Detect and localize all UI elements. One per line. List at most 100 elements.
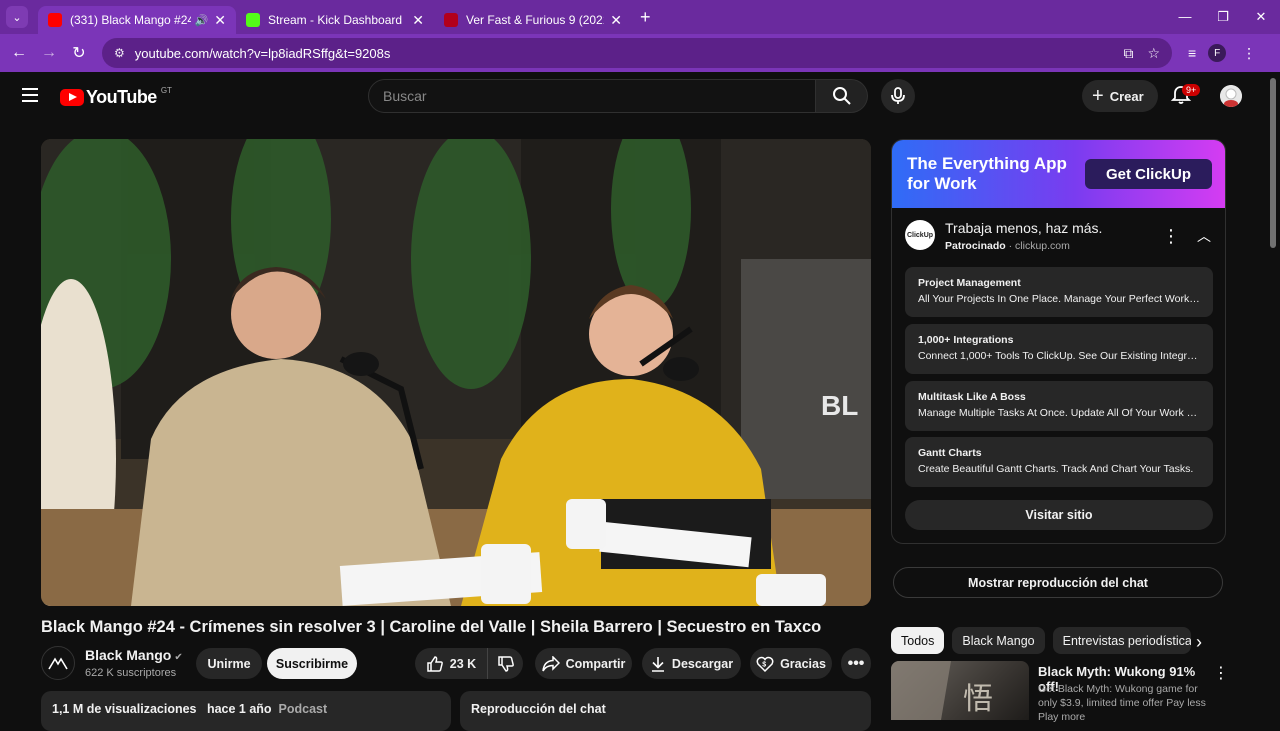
clickup-logo[interactable]: ClickUp — [905, 220, 935, 250]
download-button[interactable]: Descargar — [642, 648, 741, 679]
account-avatar[interactable] — [1220, 85, 1242, 107]
ad-headline[interactable]: Trabaja menos, haz más. — [945, 220, 1102, 236]
close-tab-icon[interactable]: ✕ — [610, 12, 622, 29]
upload-age: hace 1 año — [206, 702, 272, 716]
ad-sitelink[interactable]: Project Management All Your Projects In … — [905, 267, 1213, 317]
tab-title: Ver Fast & Furious 9 (2021) Gra — [466, 13, 604, 27]
filter-chips: Todos Black Mango Entrevistas periodísti… — [891, 627, 1199, 654]
chip-label: Todos — [901, 633, 935, 648]
verified-icon: ✔ — [174, 652, 183, 663]
tab-movie[interactable]: Ver Fast & Furious 9 (2021) Gra ✕ — [434, 6, 632, 34]
browser-tab-bar: ⌄ (331) Black Mango #24 - Crí 🔊 ✕ Stream… — [0, 0, 1280, 34]
media-control-icon[interactable]: ≡ — [1188, 45, 1196, 61]
reload-icon[interactable]: ↻ — [64, 43, 94, 63]
rec-menu-icon[interactable]: ⋮ — [1213, 663, 1229, 683]
share-button[interactable]: Compartir — [535, 648, 632, 679]
ad-menu-icon[interactable]: ⋮ — [1162, 226, 1180, 247]
ad-header: ClickUp Trabaja menos, haz más. Patrocin… — [905, 220, 1103, 252]
restore-icon[interactable]: ❐ — [1204, 0, 1242, 34]
share-icon — [541, 655, 560, 671]
thanks-button[interactable]: $ Gracias — [750, 648, 832, 679]
chip-all[interactable]: Todos — [891, 627, 945, 654]
tab-search-button[interactable]: ⌄ — [6, 6, 28, 28]
download-label: Descargar — [671, 656, 734, 671]
sitelink-title: Gantt Charts — [918, 447, 982, 459]
url-text[interactable]: youtube.com/watch?v=lp8iadRSffg&t=9208s — [135, 46, 1110, 61]
channel-avatar[interactable] — [41, 646, 75, 680]
back-icon[interactable]: ← — [4, 44, 34, 62]
profile-avatar[interactable]: F — [1208, 44, 1227, 62]
recommended-item[interactable]: 悟 Black Myth: Wukong 91% off! Get Black … — [891, 661, 1231, 723]
bookmark-star-icon[interactable]: ☆ — [1147, 45, 1160, 62]
close-tab-icon[interactable]: ✕ — [412, 12, 424, 29]
chat-replay-title: Reproducción del chat — [471, 702, 606, 716]
chat-replay-box[interactable]: Reproducción del chat — [460, 691, 871, 731]
new-tab-button[interactable]: + — [640, 7, 651, 28]
kick-favicon-icon — [246, 13, 260, 27]
omnibox[interactable]: ⚙ youtube.com/watch?v=lp8iadRSffg&t=9208… — [102, 38, 1172, 68]
channel-info: Black Mango ✔ 622 K suscriptores — [41, 646, 183, 680]
search-button[interactable] — [816, 79, 868, 113]
description-box[interactable]: 1,1 M de visualizaciones hace 1 año Podc… — [41, 691, 451, 731]
subscriber-count: 622 K suscriptores — [85, 667, 177, 679]
voice-search-button[interactable] — [881, 79, 915, 113]
download-icon — [651, 656, 664, 672]
ad-sitelink[interactable]: Multitask Like A Boss Manage Multiple Ta… — [905, 381, 1213, 431]
minimize-icon[interactable]: — — [1166, 0, 1204, 34]
join-button[interactable]: Unirme — [196, 648, 262, 679]
site-info-icon[interactable]: ⚙ — [114, 46, 125, 60]
forward-icon[interactable]: → — [34, 44, 64, 62]
show-chat-replay-button[interactable]: Mostrar reproducción del chat — [893, 567, 1223, 598]
like-button[interactable]: 23 K — [415, 648, 487, 679]
ad-banner-line1: The Everything App — [907, 154, 1067, 173]
chip-black-mango[interactable]: Black Mango — [952, 627, 1045, 654]
page-scrollbar[interactable] — [1270, 78, 1276, 248]
window-controls: — ❐ ✕ — [1166, 0, 1280, 34]
microphone-icon — [891, 87, 905, 104]
visit-site-button[interactable]: Visitar sitio — [905, 500, 1213, 530]
chip-interviews[interactable]: Entrevistas periodísticas — [1052, 627, 1191, 654]
sitelink-title: 1,000+ Integrations — [918, 334, 1014, 346]
rec-thumbnail[interactable]: 悟 — [891, 661, 1029, 720]
search-placeholder: Buscar — [383, 88, 427, 104]
ad-sitelink[interactable]: 1,000+ Integrations Connect 1,000+ Tools… — [905, 324, 1213, 374]
sitelink-desc: Connect 1,000+ Tools To ClickUp. See Our… — [918, 350, 1200, 362]
ad-banner[interactable]: The Everything App for Work Get ClickUp — [892, 140, 1225, 208]
wall-sign-text: BL — [821, 390, 858, 421]
tab-kick[interactable]: Stream - Kick Dashboard ✕ — [236, 6, 434, 34]
dislike-button[interactable] — [487, 648, 523, 679]
sitelink-title: Multitask Like A Boss — [918, 391, 1026, 403]
more-actions-button[interactable]: ••• — [841, 648, 871, 679]
tab-youtube[interactable]: (331) Black Mango #24 - Crí 🔊 ✕ — [38, 6, 236, 34]
share-label: Compartir — [565, 656, 626, 671]
browser-menu-icon[interactable]: ⋮ — [1242, 45, 1256, 62]
chevron-right-icon[interactable]: › — [1196, 632, 1202, 653]
video-title: Black Mango #24 - Crímenes sin resolver … — [41, 618, 822, 636]
ad-domain: clickup.com — [1015, 240, 1070, 252]
ad-banner-cta[interactable]: Get ClickUp — [1085, 159, 1212, 189]
sitelink-desc: All Your Projects In One Place. Manage Y… — [918, 293, 1200, 305]
menu-icon[interactable] — [22, 88, 38, 102]
close-tab-icon[interactable]: ✕ — [214, 12, 226, 29]
tab-title: (331) Black Mango #24 - Crí — [70, 13, 191, 27]
channel-name[interactable]: Black Mango — [85, 647, 171, 663]
install-app-icon[interactable]: ⧉ — [1123, 45, 1133, 62]
close-window-icon[interactable]: ✕ — [1242, 0, 1280, 34]
ad-sitelink[interactable]: Gantt Charts Create Beautiful Gantt Char… — [905, 437, 1213, 487]
collapse-chevron-icon[interactable]: ︿ — [1197, 226, 1211, 246]
subscribe-button[interactable]: Suscribirme — [267, 648, 357, 679]
clickup-ad: The Everything App for Work Get ClickUp … — [891, 139, 1226, 544]
video-player[interactable]: BL — [41, 139, 871, 606]
youtube-logo[interactable]: YouTube GT — [60, 86, 172, 108]
tab-title: Stream - Kick Dashboard — [268, 13, 403, 27]
thanks-label: Gracias — [780, 656, 826, 671]
logo-wordmark: YouTube — [86, 87, 157, 107]
speaker-icon[interactable]: 🔊 — [195, 14, 209, 27]
like-count: 23 K — [449, 656, 477, 671]
youtube-play-icon — [60, 89, 84, 106]
svg-text:$: $ — [762, 661, 766, 668]
search-input[interactable]: Buscar — [368, 79, 816, 113]
podcast-tag[interactable]: Podcast — [279, 702, 328, 716]
thumbs-down-icon — [497, 655, 514, 672]
create-button[interactable]: + Crear — [1082, 80, 1158, 112]
